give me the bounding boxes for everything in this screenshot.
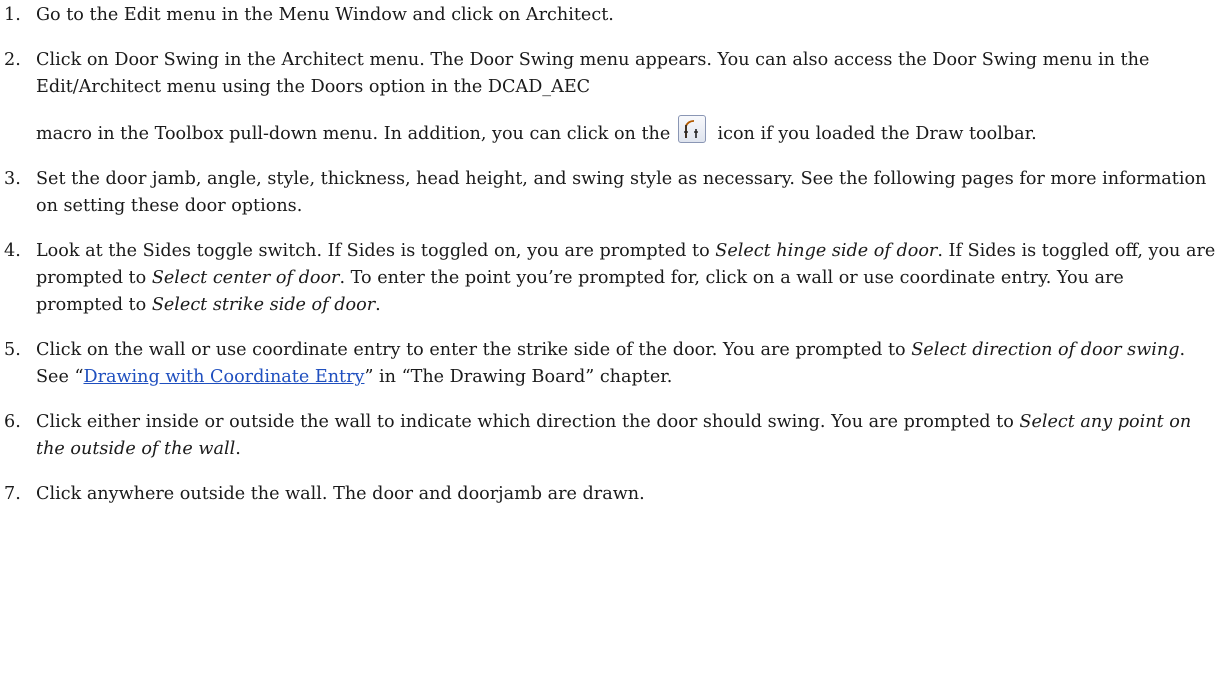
step-text: . bbox=[235, 439, 241, 459]
step-text: icon if you loaded the Draw toolbar. bbox=[717, 124, 1037, 144]
step-number: 5. bbox=[4, 340, 21, 360]
step-number: 4. bbox=[4, 241, 21, 261]
document-page: 1. Go to the Edit menu in the Menu Windo… bbox=[0, 0, 1219, 697]
step-text: Click on Door Swing in the Architect men… bbox=[36, 50, 1150, 97]
prompt-text: Select direction of door swing bbox=[911, 340, 1180, 360]
step-7: 7. Click anywhere outside the wall. The … bbox=[0, 481, 1216, 508]
step-text: Set the door jamb, angle, style, thickne… bbox=[36, 169, 1207, 216]
step-number: 6. bbox=[4, 412, 21, 432]
step-text: Go to the Edit menu in the Menu Window a… bbox=[36, 5, 614, 25]
step-text: Click on the wall or use coordinate entr… bbox=[36, 340, 912, 360]
step-number: 3. bbox=[4, 169, 21, 189]
coordinate-entry-link[interactable]: Drawing with Coordinate Entry bbox=[83, 367, 364, 387]
step-4: 4. Look at the Sides toggle switch. If S… bbox=[0, 238, 1216, 319]
step-1: 1. Go to the Edit menu in the Menu Windo… bbox=[0, 2, 1216, 29]
step-text: Click either inside or outside the wall … bbox=[36, 412, 1020, 432]
step-text: Click anywhere outside the wall. The doo… bbox=[36, 484, 645, 504]
prompt-text: Select strike side of door bbox=[151, 295, 376, 315]
prompt-text: Select center of door bbox=[151, 268, 340, 288]
step-text: Look at the Sides toggle switch. If Side… bbox=[36, 241, 716, 261]
step-5: 5. Click on the wall or use coordinate e… bbox=[0, 337, 1216, 391]
prompt-text: Select hinge side of door bbox=[715, 241, 938, 261]
procedure-steps-list: 1. Go to the Edit menu in the Menu Windo… bbox=[0, 2, 1219, 508]
door-swing-tool-icon[interactable] bbox=[677, 115, 706, 143]
step-number: 7. bbox=[4, 484, 21, 504]
door-swing-glyph bbox=[683, 120, 698, 138]
step-6: 6. Click either inside or outside the wa… bbox=[0, 409, 1216, 463]
step-text: macro in the Toolbox pull-down menu. In … bbox=[36, 124, 671, 144]
step-number: 2. bbox=[4, 50, 21, 70]
step-2: 2. Click on Door Swing in the Architect … bbox=[0, 47, 1216, 148]
step-text: ” in “The Drawing Board” chapter. bbox=[364, 367, 673, 387]
step-number: 1. bbox=[4, 5, 21, 25]
step-text: . bbox=[375, 295, 381, 315]
step-text-line: macro in the Toolbox pull-down menu. In … bbox=[36, 115, 1037, 148]
step-3: 3. Set the door jamb, angle, style, thic… bbox=[0, 166, 1216, 220]
